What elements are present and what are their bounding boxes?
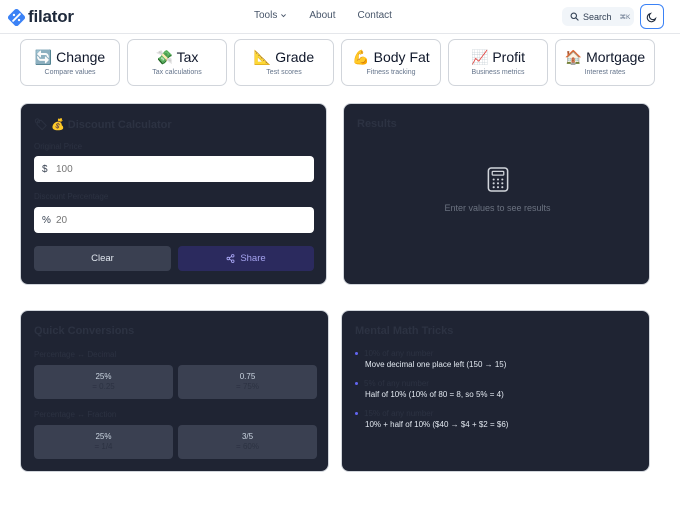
- search-shortcut: ⌘K: [619, 13, 631, 21]
- category-list: 🔄 Change Compare values 💸 Tax Tax calcul…: [20, 39, 655, 86]
- original-price-label: Original Price: [34, 142, 83, 151]
- category-label: Change: [56, 49, 106, 65]
- share-icon: [226, 254, 235, 263]
- conversions-title: Quick Conversions: [34, 325, 135, 337]
- trick-title: 10% of any number: [364, 349, 434, 358]
- category-label: Body Fat: [373, 49, 430, 65]
- category-change[interactable]: 🔄 Change Compare values: [20, 39, 120, 86]
- category-emoji: 💪: [352, 49, 370, 65]
- search-button[interactable]: Search ⌘K: [562, 7, 634, 26]
- conversion-tile[interactable]: 0.75 = 75%: [178, 365, 317, 399]
- calculator-icon: [487, 167, 509, 192]
- category-title: 🔄 Change: [21, 49, 119, 66]
- trick-description: Move decimal one place left (150 → 15): [365, 360, 507, 369]
- nav-about[interactable]: About: [309, 10, 335, 21]
- tricks-title: Mental Math Tricks: [355, 325, 454, 337]
- tile-result: = 60%: [236, 442, 259, 451]
- brand-logo[interactable]: filator: [8, 6, 74, 28]
- category-body-fat[interactable]: 💪 Body Fat Fitness tracking: [341, 39, 441, 86]
- category-title: 💸 Tax: [128, 49, 226, 66]
- bullet-icon: [355, 352, 358, 355]
- category-title: 💪 Body Fat: [342, 49, 440, 66]
- list-item: 15% of any number 10% + half of 10% ($40…: [355, 409, 645, 429]
- dollar-icon: $: [42, 163, 48, 175]
- category-label: Tax: [176, 49, 199, 65]
- tile-value: 3/5: [241, 432, 254, 441]
- trick-title: 5% of any number: [364, 379, 429, 388]
- conversion-tile[interactable]: 25% = 0.25: [34, 365, 173, 399]
- category-label: Grade: [275, 49, 315, 65]
- category-subtitle: Business metrics: [471, 69, 525, 76]
- trick-title: 15% of any number: [364, 409, 434, 418]
- category-title: 📈 Profit: [449, 49, 547, 66]
- share-button[interactable]: Share: [178, 246, 314, 271]
- nav-contact-label: Contact: [357, 10, 392, 21]
- main-nav: Tools About Contact: [254, 10, 392, 21]
- conversion-tile[interactable]: 25% = 1/4: [34, 425, 173, 459]
- category-title: 🏠 Mortgage: [556, 49, 654, 66]
- logo-icon: [8, 8, 25, 26]
- results-empty-text: Enter values to see results: [444, 203, 551, 213]
- conversion-tile[interactable]: 3/5 = 60%: [178, 425, 317, 459]
- tile-result: = 1/4: [94, 442, 113, 451]
- clear-button[interactable]: Clear: [34, 246, 171, 271]
- list-item: 10% of any number Move decimal one place…: [355, 349, 645, 369]
- discount-percentage-field[interactable]: %: [34, 207, 314, 233]
- bullet-icon: [355, 382, 358, 385]
- results-card: Results Enter values to see results: [343, 103, 650, 285]
- tile-value: 0.75: [239, 372, 256, 381]
- nav-contact[interactable]: Contact: [358, 10, 392, 21]
- category-mortgage[interactable]: 🏠 Mortgage Interest rates: [555, 39, 655, 86]
- category-emoji: 📈: [470, 49, 489, 65]
- results-title: Results: [357, 118, 397, 130]
- category-subtitle: Test scores: [266, 69, 302, 76]
- category-tax[interactable]: 💸 Tax Tax calculations: [127, 39, 227, 86]
- original-price-field[interactable]: $: [34, 156, 314, 182]
- category-emoji: 🔄: [34, 49, 53, 65]
- share-label: Share: [240, 253, 266, 264]
- discount-percentage-input[interactable]: [56, 214, 296, 226]
- trick-description: Half of 10% (10% of 80 = 8, so 5% = 4): [365, 390, 504, 399]
- nav-tools-label: Tools: [254, 10, 278, 21]
- tile-value: 25%: [95, 372, 112, 381]
- category-emoji: 💸: [155, 49, 173, 65]
- category-profit[interactable]: 📈 Profit Business metrics: [448, 39, 548, 86]
- category-emoji: 📐: [253, 49, 272, 65]
- decimal-section-label: Percentage ↔ Decimal: [34, 350, 117, 359]
- nav-tools[interactable]: Tools: [254, 10, 287, 21]
- original-price-input[interactable]: [56, 163, 296, 175]
- category-subtitle: Fitness tracking: [366, 69, 416, 76]
- tile-result: = 75%: [236, 382, 259, 391]
- brand-name: filator: [28, 7, 74, 26]
- search-label: Search: [583, 11, 612, 22]
- category-title: 📐 Grade: [235, 49, 333, 66]
- quick-conversions-card: Quick Conversions Percentage ↔ Decimal 2…: [20, 310, 329, 472]
- category-label: Mortgage: [586, 49, 646, 65]
- moon-icon: [646, 11, 657, 22]
- top-header: filator Tools About Contact Search ⌘K: [0, 0, 680, 34]
- category-emoji: 🏠: [564, 49, 583, 65]
- tile-value: 25%: [95, 432, 112, 441]
- category-subtitle: Interest rates: [584, 69, 626, 76]
- discount-calculator-card: 🏷 💰 Discount Calculator Original Price $…: [20, 103, 327, 285]
- category-grade[interactable]: 📐 Grade Test scores: [234, 39, 334, 86]
- category-label: Profit: [492, 49, 525, 65]
- theme-toggle-button[interactable]: [640, 4, 664, 29]
- category-subtitle: Tax calculations: [152, 69, 202, 76]
- calculator-title: 🏷 💰 Discount Calculator: [34, 119, 172, 131]
- mental-math-card: Mental Math Tricks 10% of any number Mov…: [341, 310, 650, 472]
- list-item: 5% of any number Half of 10% (10% of 80 …: [355, 379, 645, 399]
- chevron-down-icon: [281, 14, 287, 18]
- percent-icon: %: [42, 214, 51, 226]
- fraction-section-label: Percentage ↔ Fraction: [34, 410, 117, 419]
- bullet-icon: [355, 412, 358, 415]
- search-icon: [570, 12, 579, 21]
- category-subtitle: Compare values: [44, 69, 96, 76]
- discount-percentage-label: Discount Percentage: [34, 192, 109, 201]
- nav-about-label: About: [309, 10, 336, 21]
- trick-description: 10% + half of 10% ($40 → $4 + $2 = $6): [365, 420, 509, 429]
- tile-result: = 0.25: [92, 382, 115, 391]
